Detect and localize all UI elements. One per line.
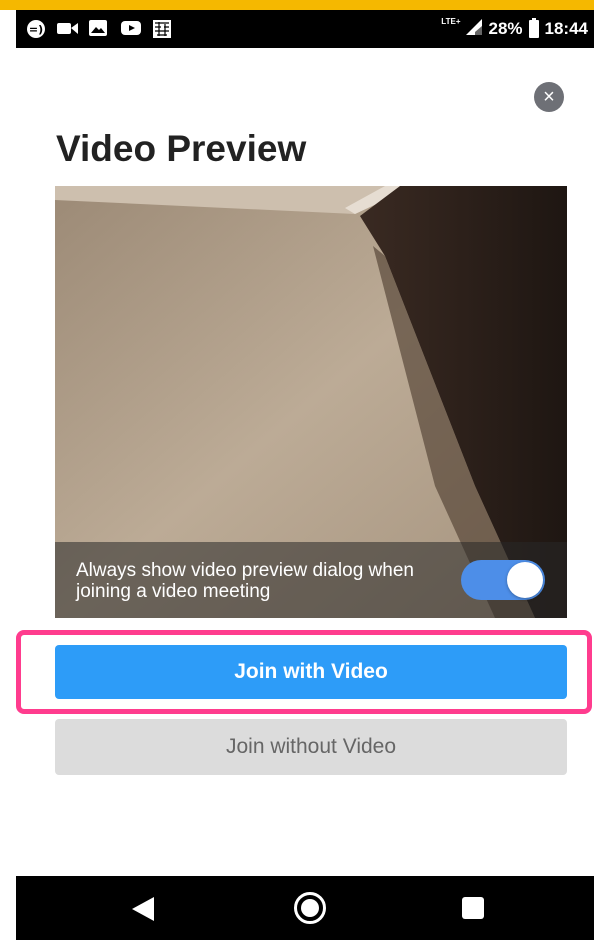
- recent-apps-icon[interactable]: [462, 897, 484, 919]
- join-with-video-button[interactable]: Join with Video: [55, 645, 567, 699]
- navigation-bar: [16, 876, 594, 940]
- dialog-title: Video Preview: [56, 128, 307, 169]
- phone-screen: =) LTE+ 28% 18:44 × Video Preview Always…: [16, 10, 594, 940]
- video-preview: Always show video preview dialog when jo…: [55, 186, 567, 618]
- network-type: LTE+: [441, 16, 461, 26]
- status-bar: =) LTE+ 28% 18:44: [16, 10, 594, 48]
- top-accent-strip: [0, 0, 594, 10]
- signal-icon: [466, 18, 483, 40]
- battery-icon: [528, 18, 539, 38]
- video-camera-icon: [56, 19, 78, 37]
- back-icon[interactable]: [130, 895, 158, 928]
- home-icon[interactable]: [294, 892, 326, 924]
- battery-percent: 28%: [488, 19, 523, 38]
- preview-setting-bar: Always show video preview dialog when jo…: [55, 542, 567, 618]
- clock: 18:44: [544, 19, 588, 38]
- join-without-video-button[interactable]: Join without Video: [55, 719, 567, 775]
- image-icon: [88, 19, 108, 37]
- toggle-knob: [507, 562, 543, 598]
- always-show-preview-toggle[interactable]: [461, 560, 545, 600]
- close-icon[interactable]: ×: [534, 82, 564, 112]
- pattern-app-icon: [152, 19, 172, 38]
- chat-bubble-icon: =): [26, 19, 46, 38]
- preview-toggle-label: Always show video preview dialog when jo…: [76, 560, 414, 602]
- svg-text:=): =): [29, 23, 43, 36]
- youtube-icon: [120, 19, 141, 37]
